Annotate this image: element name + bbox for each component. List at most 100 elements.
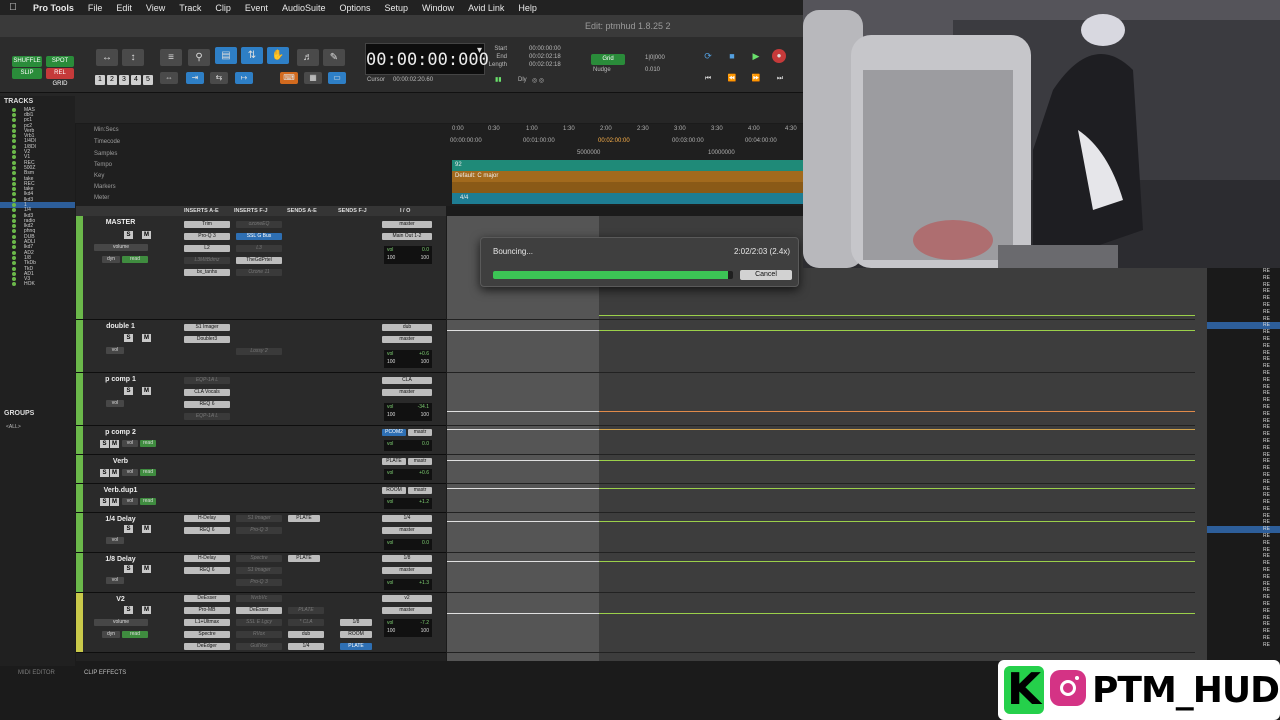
zoom-out-icon[interactable]: ↕ (122, 49, 144, 66)
clip-list-item[interactable]: RE (1207, 377, 1280, 384)
clip-list-item[interactable]: RE (1207, 540, 1280, 547)
cancel-button[interactable]: Cancel (740, 270, 792, 280)
insert-slot[interactable]: GullVox (236, 643, 282, 650)
insert-slot[interactable]: NvrbVc (236, 595, 282, 602)
mute-button[interactable]: M (110, 469, 119, 477)
clip-list-item[interactable]: RE (1207, 445, 1280, 452)
track-name[interactable]: Verb (96, 458, 145, 465)
stop-icon[interactable]: ■ (724, 49, 740, 63)
clip-list-item[interactable]: RE (1207, 370, 1280, 377)
track-view-selector[interactable]: vol (122, 469, 138, 476)
send-slot[interactable]: PLATE (288, 607, 324, 614)
insert-slot[interactable]: L3 (236, 245, 282, 252)
track-header-verb[interactable]: Verb S M vol read PLATE mastr vol +0.6 (76, 455, 446, 484)
zoom-preset-5[interactable]: 5 (143, 75, 153, 85)
clip-list-item[interactable]: RE (1207, 329, 1280, 336)
track-view-selector[interactable]: vol (106, 400, 124, 407)
clip-list-item[interactable]: RE (1207, 356, 1280, 363)
input-selector[interactable]: master (382, 607, 432, 614)
track-header-quarter-delay[interactable]: 1/4 Delay S M vol H-Delay REQ 6 S1 Image… (76, 513, 446, 553)
track-header-p-comp-2[interactable]: p comp 2 S M vol read PCOM2 mastr vol 0.0 (76, 426, 446, 455)
insert-slot[interactable]: Trim (184, 221, 230, 228)
track-name[interactable]: 1/4 Delay (96, 516, 145, 523)
keyboard-focus-icon[interactable]: ⌨ (280, 72, 298, 84)
track-lane[interactable] (447, 593, 1195, 653)
volume-display[interactable]: vol 0.0 100 100 (384, 246, 432, 264)
clip-list-item[interactable]: RE (1207, 384, 1280, 391)
send-slot[interactable]: dub (288, 631, 324, 638)
nudge-label[interactable]: Nudge (593, 67, 611, 73)
clip-list-item[interactable]: RE (1207, 452, 1280, 459)
output-selector[interactable]: 1/8 (382, 555, 432, 562)
track-view-selector[interactable]: vol (122, 440, 138, 447)
menu-view[interactable]: View (139, 3, 172, 13)
track-header-master[interactable]: MASTER S M volume dyn read Trim Pro-Q 3 … (76, 216, 446, 320)
mute-button[interactable]: M (142, 606, 151, 614)
insert-slot[interactable]: EQP-1A L (184, 377, 230, 384)
clip-list-item[interactable]: RE (1207, 404, 1280, 411)
insert-slot[interactable]: Doubler3 (184, 336, 230, 343)
automation-mode[interactable]: read (140, 498, 156, 505)
mode-shuffle-button[interactable]: SHUFFLE (12, 56, 42, 67)
insert-slot[interactable]: CLA Vocals (184, 389, 230, 396)
track-name[interactable]: double 1 (96, 323, 145, 330)
track-view-selector[interactable]: volume (94, 244, 148, 251)
clip-list-item[interactable]: RE (1207, 268, 1280, 275)
input-selector[interactable]: master (382, 389, 432, 396)
track-name[interactable]: V2 (96, 596, 145, 603)
clip-list-item[interactable]: RE (1207, 506, 1280, 513)
clip-list-item[interactable]: RE (1207, 316, 1280, 323)
fast-forward-icon[interactable]: ⏩ (748, 73, 764, 85)
menu-avid-link[interactable]: Avid Link (461, 3, 511, 13)
solo-button[interactable]: S (124, 387, 133, 395)
clip-list-item[interactable]: RE (1207, 343, 1280, 350)
insert-slot[interactable]: S1 Imager (236, 567, 282, 574)
insert-slot[interactable]: H-Delay (184, 555, 230, 562)
clip-list-item[interactable]: RE (1207, 418, 1280, 425)
clip-list-item[interactable]: RE (1207, 458, 1280, 465)
clip-list-item[interactable]: RE (1207, 390, 1280, 397)
record-icon[interactable]: ● (772, 49, 786, 63)
volume-display[interactable]: vol +0.6 (384, 469, 432, 480)
menu-edit[interactable]: Edit (109, 3, 139, 13)
solo-button[interactable]: S (100, 498, 109, 506)
menu-app-name[interactable]: Pro Tools (26, 3, 81, 13)
automation-mode[interactable]: read (140, 469, 156, 476)
magnifier-icon[interactable]: ⚲ (188, 49, 210, 66)
send-slot[interactable]: 1/8 (340, 619, 372, 626)
trim-tool-icon[interactable]: ▤ (215, 47, 237, 64)
send-slot[interactable]: 1/4 (288, 643, 324, 650)
insert-slot[interactable]: Spectre (184, 631, 230, 638)
insert-slot[interactable]: L3MltBdmz (184, 257, 230, 264)
insert-slot[interactable]: RVox (236, 631, 282, 638)
output-selector[interactable]: dub (382, 324, 432, 331)
clip-list-item[interactable]: RE (1207, 275, 1280, 282)
input-selector[interactable]: master (382, 336, 432, 343)
volume-display[interactable]: vol 0.0 (384, 440, 432, 451)
clip-list-item[interactable]: RE (1207, 587, 1280, 594)
clip-list-item[interactable]: RE (1207, 499, 1280, 506)
output-selector[interactable]: PLATE (382, 458, 406, 465)
mode-relgrid-button[interactable]: REL GRID (46, 68, 74, 87)
solo-button[interactable]: S (100, 440, 109, 448)
send-slot[interactable]: ROOM (340, 631, 372, 638)
length-value[interactable]: 00:02:02:18 (529, 62, 561, 68)
menu-help[interactable]: Help (511, 3, 544, 13)
menu-file[interactable]: File (81, 3, 110, 13)
clip-list-item[interactable]: RE (1207, 574, 1280, 581)
volume-display[interactable]: vol -7.2 100 100 (384, 619, 432, 637)
mute-button[interactable]: M (142, 231, 151, 239)
insert-slot[interactable]: Pro-Q 3 (236, 579, 282, 586)
output-selector[interactable]: master (382, 221, 432, 228)
zoom-preset-2[interactable]: 2 (107, 75, 117, 85)
clip-list-item[interactable]: RE (1207, 350, 1280, 357)
insert-slot[interactable]: H-Delay (184, 515, 230, 522)
grabber-tool-icon[interactable]: ✋ (267, 47, 289, 64)
input-selector[interactable]: mastr (408, 487, 432, 494)
mute-button[interactable]: M (142, 387, 151, 395)
clip-list-item[interactable]: RE (1207, 594, 1280, 601)
track-header-verb-dup1[interactable]: Verb.dup1 S M vol read ROOM mastr vol +1.… (76, 484, 446, 513)
clip-list-item[interactable]: RE (1207, 642, 1280, 649)
send-slot[interactable]: PLATE (288, 555, 320, 562)
groups-all-item[interactable]: <ALL> (6, 424, 21, 430)
